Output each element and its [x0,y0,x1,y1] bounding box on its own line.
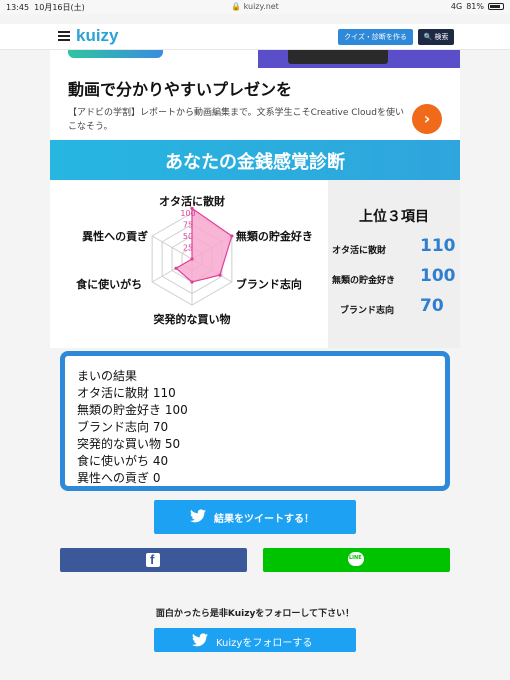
top3-panel: 上位３項目 オタ活に散財 110 無類の貯金好き 100 ブランド志向 70 [328,180,460,348]
radar-axis-label: オタ活に散財 [159,194,225,208]
radar-point [190,257,194,261]
ad-image-right [258,50,460,68]
radar-tick-label: 50 [183,232,193,241]
top3-heading: 上位３項目 [359,209,429,225]
status-bar: 13:45 10月16日(土) 🔒 kuizy.net 4G 81% [0,0,510,14]
top3-value: 100 [420,266,456,286]
summary-line: 異性への貢ぎ 0 [77,471,161,485]
follow-label: Kuizyをフォローする [216,638,313,649]
summary-line: まいの結果 [77,369,138,383]
create-quiz-button[interactable]: クイズ・診断を作る [338,29,413,45]
line-share-button[interactable]: LINE [263,548,450,572]
search-button[interactable]: 🔍 検索 [418,29,454,45]
top3-row: ブランド志向 70 [328,296,460,320]
brand-logo[interactable]: kuizy [76,26,119,46]
ad-arrow-icon[interactable]: › [412,104,442,134]
follow-button[interactable]: Kuizyをフォローする [154,628,356,652]
tweet-result-button[interactable]: 結果をツイートする！ [154,500,356,534]
radar-point [174,266,178,270]
top3-row: 無類の貯金好き 100 [328,266,460,290]
result-summary-box: まいの結果 オタ活に散財 110 無類の貯金好き 100 ブランド志向 70 突… [60,351,450,491]
url-bar[interactable]: 🔒 kuizy.net [0,2,510,11]
summary-line: ブランド志向 70 [77,420,169,434]
summary-line: オタ活に散財 110 [77,386,176,400]
ad-image-left [68,50,163,58]
ad-block[interactable]: 動画で分かりやすいプレゼンを 【アドビの学割】レポートから動画編集まで。文系学生… [50,50,460,140]
line-icon: LINE [348,552,364,566]
ad-description: 【アドビの学割】レポートから動画編集まで。文系学生こそCreative Clou… [68,108,404,132]
radar-tick-label: 75 [183,221,193,230]
radar-axis-label: 突発的な買い物 [154,312,231,326]
top3-value: 110 [420,236,456,256]
network-label: 4G [450,2,463,11]
radar-tick-label: 25 [183,244,193,253]
navbar: kuizy クイズ・診断を作る 🔍 検索 [0,24,510,50]
radar-point [230,234,234,238]
radar-point [190,280,194,284]
result-card: 25 50 75 100 オタ活に散財 無類の貯金好き ブランド志向 突発的な買い物 食に使いが… [50,180,460,348]
tweet-label: 結果をツイートする！ [214,514,314,525]
radar-point [218,273,222,277]
radar-axis-label: 異性への貢ぎ [82,229,148,243]
radar-axis-label: ブランド志向 [236,277,302,291]
twitter-bird-icon [192,633,208,647]
top3-label: ブランド志向 [340,306,395,316]
twitter-bird-icon [190,509,206,523]
summary-line: 突発的な買い物 50 [77,437,181,451]
battery-label: 81% [466,2,484,11]
top3-label: オタ活に散財 [332,246,387,256]
top3-value: 70 [420,296,444,316]
follow-prompt: 面白かったら是非Kuizyをフォローして下さい！ [155,609,355,619]
diagnosis-banner: あなたの金銭感覚診断 [50,140,460,180]
battery-icon [488,3,504,10]
status-right: 4G 81% [451,2,504,11]
top3-row: オタ活に散財 110 [328,236,460,260]
top3-label: 無類の貯金好き [332,276,396,286]
radar-tick-label: 100 [180,209,195,218]
radar-axis-label: 無類の貯金好き [236,229,313,243]
facebook-share-button[interactable]: f [60,548,247,572]
summary-line: 食に使いがち 40 [77,454,169,468]
summary-line: 無類の貯金好き 100 [77,403,188,417]
diagnosis-title: あなたの金銭感覚診断 [165,152,345,173]
ad-title[interactable]: 動画で分かりやすいプレゼンを [68,76,292,100]
facebook-icon: f [146,552,160,567]
radar-chart: 25 50 75 100オタ活に散財無類の貯金好きブランド志向突発的な買い物 食に使いが… [76,194,313,326]
radar-axis-label: 食に使いがち [76,277,142,291]
menu-icon[interactable] [58,31,70,41]
